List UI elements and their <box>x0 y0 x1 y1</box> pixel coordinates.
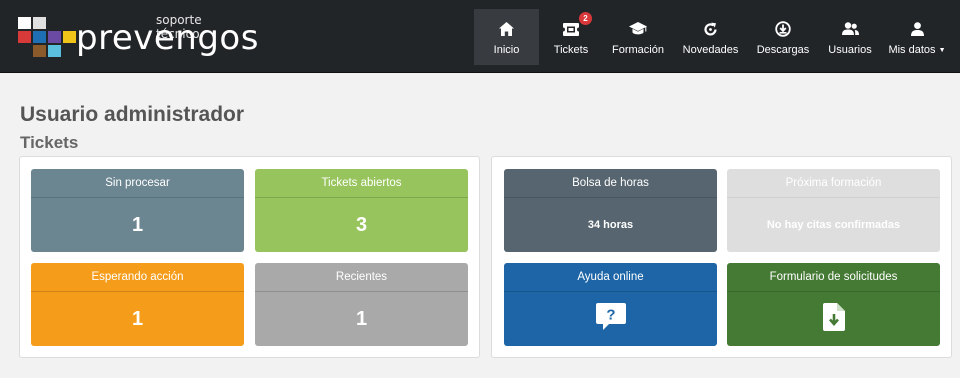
prevengos-logo[interactable]: soporte técnico prevengos <box>18 13 258 60</box>
card-label: Formulario de solicitudes <box>727 263 940 292</box>
card-value: 34 horas <box>587 219 634 231</box>
nav-item-mis-datos[interactable]: Mis datos ▼ <box>882 9 952 65</box>
nav-item-formacion[interactable]: Formación <box>603 9 673 65</box>
page-title: Usuario administrador <box>20 103 245 126</box>
nav-label-mis-datos: Mis datos ▼ <box>888 44 946 56</box>
card-count: 1 <box>131 213 144 236</box>
graduation-cap-icon <box>629 20 647 38</box>
nav-label-formacion: Formación <box>612 44 664 56</box>
card-recientes[interactable]: Recientes 1 <box>255 263 468 346</box>
refresh-icon <box>703 20 718 38</box>
card-tickets-abiertos[interactable]: Tickets abiertos 3 <box>255 169 468 252</box>
card-label: Próxima formación <box>727 169 940 198</box>
card-ayuda-online[interactable]: Ayuda online ? <box>504 263 717 346</box>
nav-label-inicio: Inicio <box>493 44 520 56</box>
top-navbar: soporte técnico prevengos Inicio 2 Ticke… <box>0 0 960 73</box>
card-value: No hay citas confirmadas <box>766 219 901 231</box>
caret-down-icon: ▼ <box>938 47 946 54</box>
nav-item-usuarios[interactable]: Usuarios <box>818 9 882 65</box>
tickets-count-badge: 2 <box>579 12 592 25</box>
card-label: Bolsa de horas <box>504 169 717 198</box>
tickets-panel: Sin procesar 1 Tickets abiertos 3 Espera… <box>19 156 480 358</box>
ticket-icon <box>563 20 579 38</box>
card-count: 1 <box>355 307 368 330</box>
card-esperando-accion[interactable]: Esperando acción 1 <box>31 263 244 346</box>
card-label: Sin procesar <box>31 169 244 198</box>
card-label: Esperando acción <box>31 263 244 292</box>
svg-text:?: ? <box>606 306 615 323</box>
nav-item-inicio[interactable]: Inicio <box>474 9 539 65</box>
nav-item-novedades[interactable]: Novedades <box>673 9 748 65</box>
users-icon <box>841 20 859 38</box>
card-sin-procesar[interactable]: Sin procesar 1 <box>31 169 244 252</box>
nav-item-descargas[interactable]: Descargas <box>748 9 818 65</box>
nav-label-usuarios: Usuarios <box>828 44 872 56</box>
card-label: Ayuda online <box>504 263 717 292</box>
home-icon <box>499 20 514 38</box>
card-label: Tickets abiertos <box>255 169 468 198</box>
nav-label-descargas: Descargas <box>756 44 810 56</box>
card-count: 3 <box>355 213 368 236</box>
nav-label-tickets: Tickets <box>553 44 589 56</box>
question-bubble-icon: ? <box>595 302 626 336</box>
download-circle-icon <box>775 20 791 38</box>
main-nav: Inicio 2 Tickets Formación Novedades Des… <box>474 9 952 65</box>
card-label: Recientes <box>255 263 468 292</box>
card-formulario-de-solicitudes[interactable]: Formulario de solicitudes <box>727 263 940 346</box>
card-count: 1 <box>131 307 144 330</box>
nav-label-novedades: Novedades <box>682 44 739 56</box>
file-download-icon <box>822 302 845 336</box>
user-icon <box>910 20 924 38</box>
card-proxima-formacion[interactable]: Próxima formación No hay citas confirmad… <box>727 169 940 252</box>
brand-name: prevengos <box>76 18 259 58</box>
section-title: Tickets <box>20 133 79 152</box>
card-bolsa-de-horas[interactable]: Bolsa de horas 34 horas <box>504 169 717 252</box>
nav-item-tickets[interactable]: 2 Tickets <box>539 9 603 65</box>
info-panel: Bolsa de horas 34 horas Próxima formació… <box>491 156 952 358</box>
